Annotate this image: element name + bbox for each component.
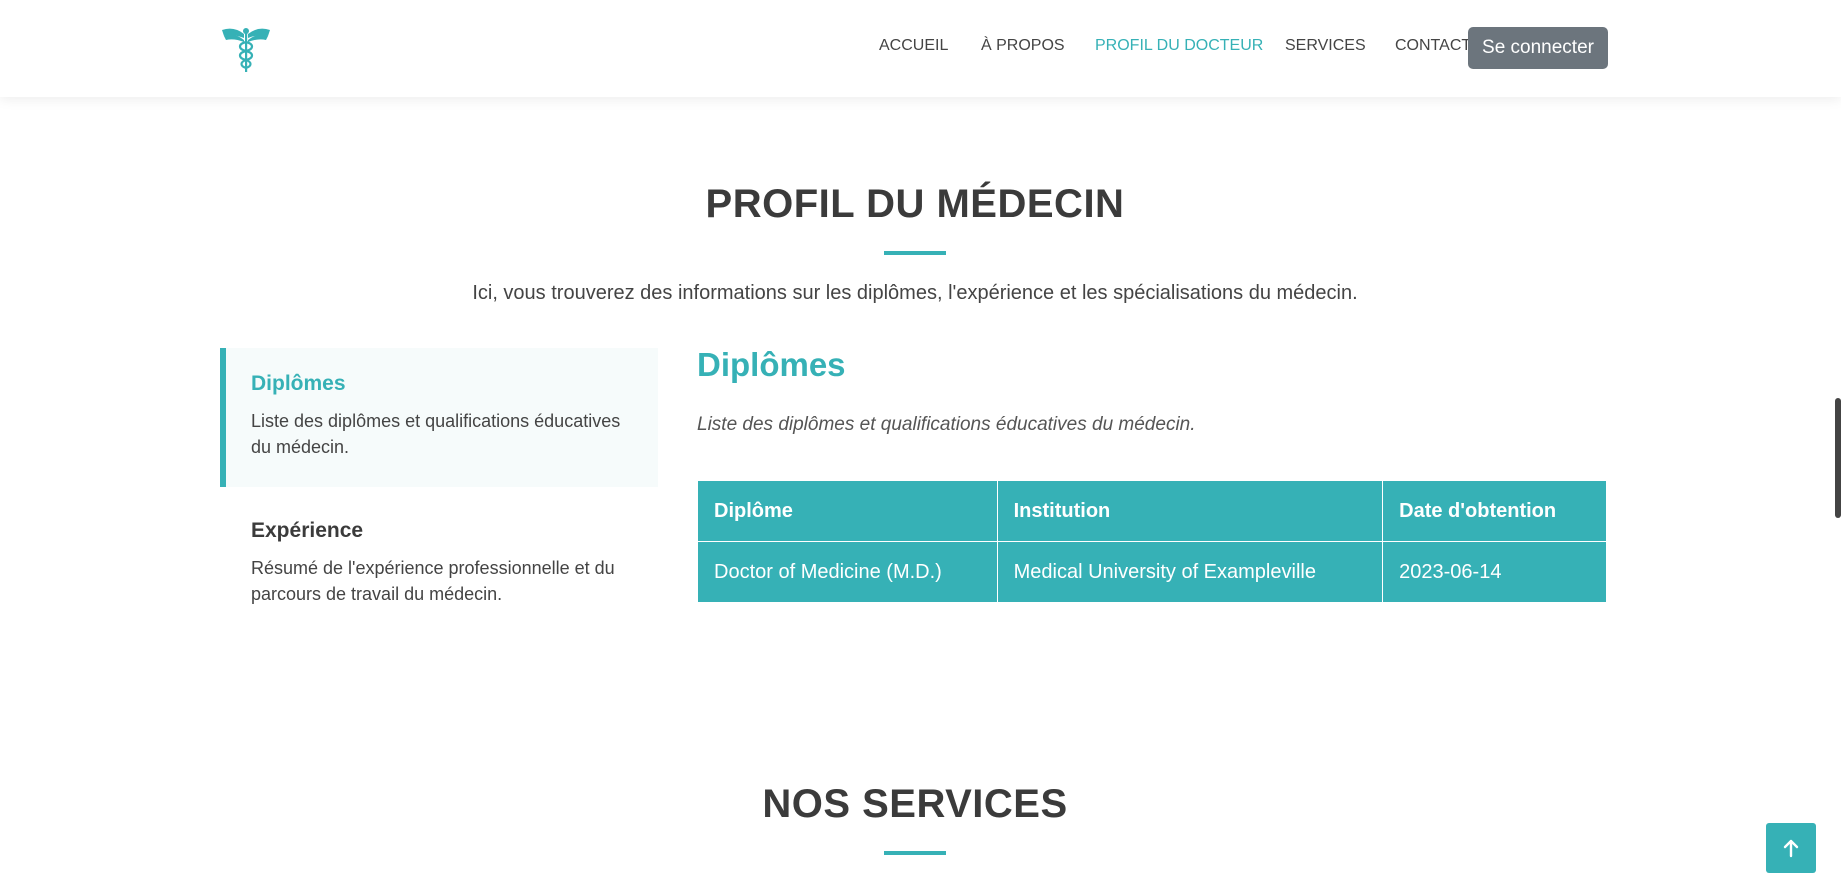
column-header-institution: Institution [996,480,1384,542]
tab-diplomes[interactable]: Diplômes Liste des diplômes et qualifica… [220,348,658,487]
tab-title: Expérience [251,519,364,542]
nav-item-accueil[interactable]: ACCUEIL [879,37,948,55]
nav-item-profil-du-docteur[interactable]: PROFIL DU DOCTEUR [1095,37,1263,55]
login-button[interactable]: Se connecter [1468,27,1608,69]
site-header: ACCUEIL À PROPOS PROFIL DU DOCTEUR SERVI… [0,0,1841,97]
table-header-row: Diplôme Institution Date d'obtention [697,480,1607,542]
page-scrollbar[interactable] [1827,0,1841,888]
diplomas-table: Diplôme Institution Date d'obtention Doc… [697,480,1607,603]
table-cell: 2023-06-14 [1382,541,1607,603]
services-section-title: NOS SERVICES [762,782,1068,826]
tab-title: Diplômes [251,372,346,395]
scrollbar-thumb[interactable] [1835,398,1841,518]
column-header-date: Date d'obtention [1382,480,1607,542]
title-underline [884,251,946,255]
tab-text: Liste des diplômes et qualifications édu… [251,411,621,457]
nav-item-a-propos[interactable]: À PROPOS [981,37,1065,55]
column-header-diplome: Diplôme [697,480,998,542]
content-title: Diplômes [697,346,846,383]
profile-section-description: Ici, vous trouverez des informations sur… [472,282,1358,304]
arrow-up-icon [1783,839,1799,858]
nav-item-contact[interactable]: CONTACT [1395,37,1471,55]
title-underline [884,851,946,855]
profile-section-title: PROFIL DU MÉDECIN [705,182,1125,226]
tab-experience[interactable]: Expérience Résumé de l'expérience profes… [220,495,658,627]
back-to-top-button[interactable] [1766,823,1816,873]
tab-text: Résumé de l'expérience professionnelle e… [251,558,615,604]
nav-item-services[interactable]: SERVICES [1285,37,1366,55]
table-cell: Doctor of Medicine (M.D.) [697,541,998,603]
table-row: Doctor of Medicine (M.D.) Medical Univer… [697,541,1607,603]
content-description: Liste des diplômes et qualifications édu… [697,414,1196,435]
table-cell: Medical University of Exampleville [996,541,1384,603]
